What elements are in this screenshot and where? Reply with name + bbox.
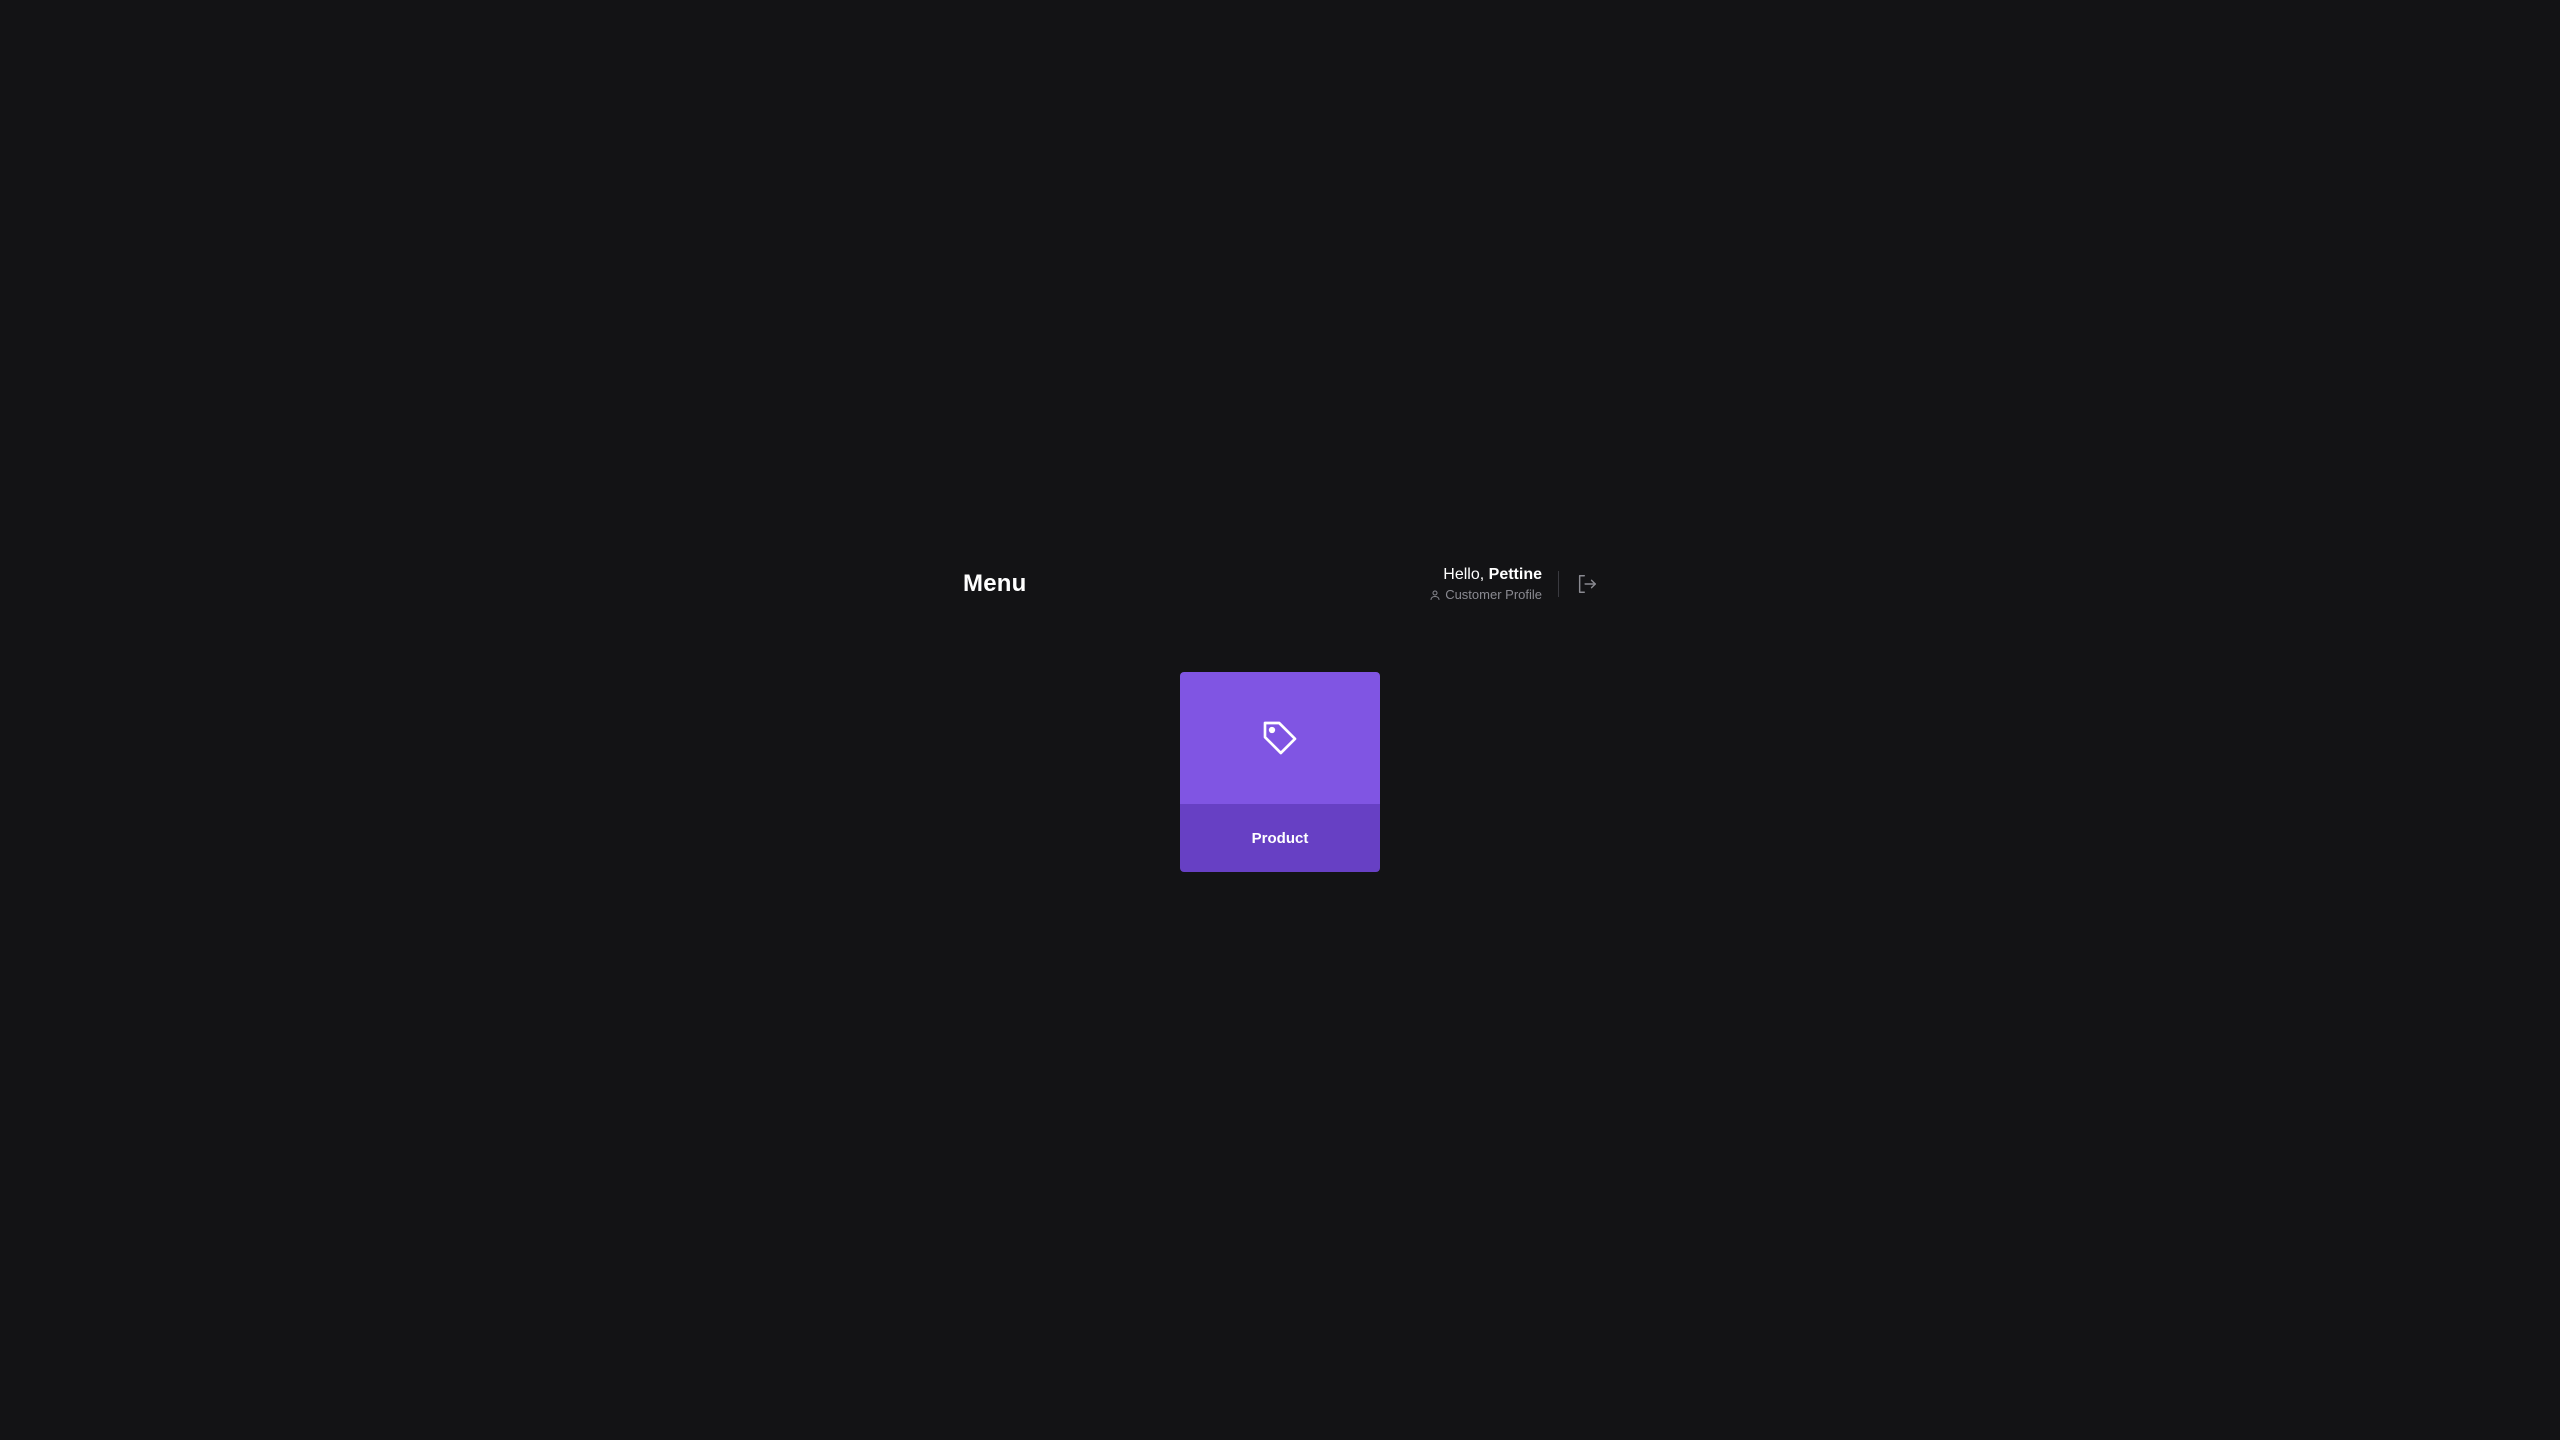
greeting: Hello, Pettine xyxy=(1443,567,1542,583)
logout-icon xyxy=(1576,573,1598,595)
page-title: Menu xyxy=(963,570,1027,597)
header-divider xyxy=(1558,571,1559,597)
user-icon xyxy=(1429,589,1441,601)
menu-tile-product[interactable]: Product xyxy=(1180,672,1380,872)
greeting-prefix: Hello, xyxy=(1443,566,1489,583)
user-block: Hello, Pettine Customer Profile xyxy=(1429,567,1599,601)
customer-profile-label: Customer Profile xyxy=(1445,587,1542,602)
menu-page: Menu Hello, Pettine Customer Profile Pro… xyxy=(0,0,2560,1440)
menu-tile-label: Product xyxy=(1180,804,1380,872)
user-info: Hello, Pettine Customer Profile xyxy=(1429,567,1542,601)
logout-button[interactable] xyxy=(1575,572,1599,596)
customer-profile-link[interactable]: Customer Profile xyxy=(1429,588,1542,601)
tag-icon xyxy=(1260,718,1300,758)
header: Menu Hello, Pettine Customer Profile xyxy=(963,560,1599,612)
tile-icon-area xyxy=(1180,672,1380,804)
user-name: Pettine xyxy=(1488,566,1542,583)
